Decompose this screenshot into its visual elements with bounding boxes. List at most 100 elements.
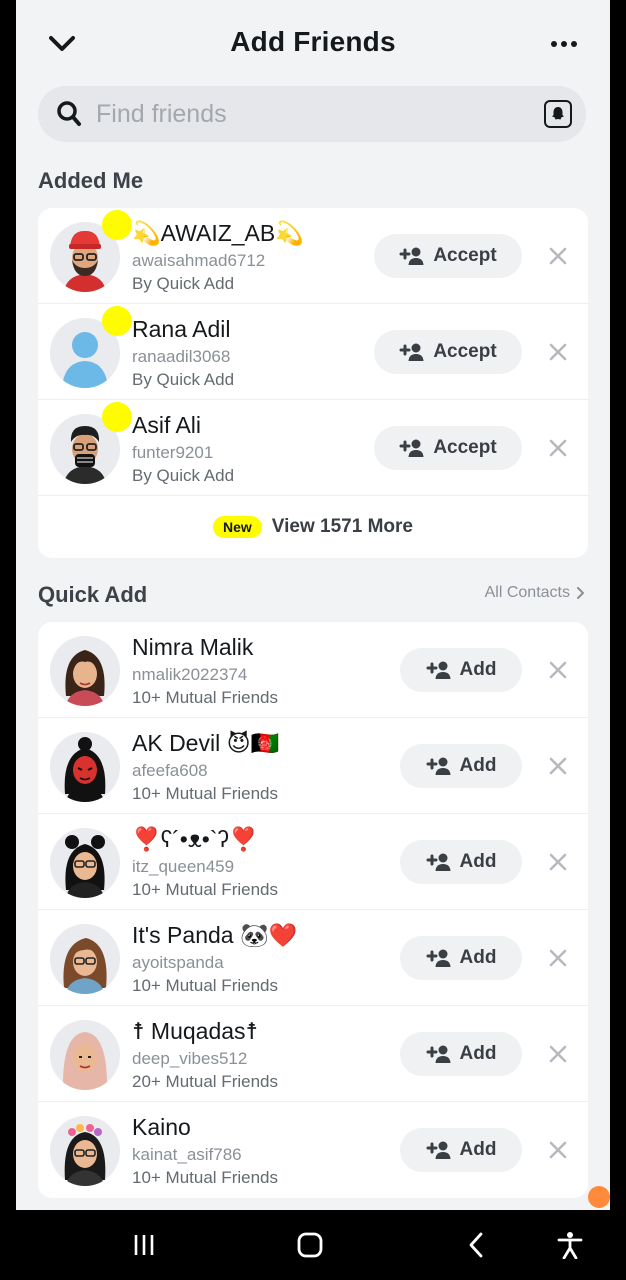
mutual-friends: 20+ Mutual Friends: [132, 1072, 278, 1091]
chevron-right-icon: [577, 587, 584, 599]
friend-name: ❣️ʕ´•ᴥ•`ʔ❣️: [132, 826, 258, 852]
mutual-friends: 10+ Mutual Friends: [132, 784, 278, 803]
avatar[interactable]: [50, 1116, 120, 1186]
quick-add-row: Nimra Malik nmalik2022374 10+ Mutual Fri…: [38, 622, 588, 718]
add-button[interactable]: Add: [400, 840, 522, 884]
added-me-title: Added Me: [38, 168, 144, 193]
accessibility-icon: [557, 1232, 583, 1259]
avatar[interactable]: [50, 924, 120, 994]
add-button[interactable]: Add: [400, 744, 522, 788]
close-icon: [549, 661, 567, 679]
dismiss-button[interactable]: [546, 436, 570, 460]
accept-button[interactable]: Accept: [374, 426, 522, 470]
home-button[interactable]: [290, 1228, 330, 1262]
back-nav-button[interactable]: [456, 1228, 496, 1262]
page-title: Add Friends: [230, 26, 396, 57]
accept-button[interactable]: Accept: [374, 330, 522, 374]
add-friend-icon: [399, 247, 424, 265]
search-input[interactable]: [96, 94, 516, 134]
ghost-icon: [552, 107, 564, 120]
add-friend-icon: [399, 343, 424, 361]
avatar[interactable]: [50, 828, 120, 898]
friend-username: itz_queen459: [132, 857, 235, 876]
dismiss-button[interactable]: [546, 850, 570, 874]
close-icon: [549, 343, 567, 361]
view-more-label: View 1571 More: [271, 516, 413, 537]
new-indicator-dot: [102, 210, 132, 240]
accept-label: Accept: [433, 437, 497, 458]
friend-username: kainat_asif786: [132, 1145, 242, 1164]
friend-username: awaisahmad6712: [132, 251, 266, 270]
added-me-row: Rana Adil ranaadil3068 By Quick Add Acce…: [38, 304, 588, 400]
system-navigation-bar: [0, 1210, 626, 1280]
close-icon: [549, 1141, 567, 1159]
recent-apps-button[interactable]: [124, 1228, 164, 1262]
header: Add Friends: [16, 0, 610, 86]
quick-add-row: ☨ Muqadas☨ deep_vibes512 20+ Mutual Frie…: [38, 1006, 588, 1102]
add-friend-icon: [399, 439, 424, 457]
all-contacts-link[interactable]: All Contacts: [485, 584, 584, 602]
dismiss-button[interactable]: [546, 340, 570, 364]
mutual-friends: 10+ Mutual Friends: [132, 1168, 278, 1187]
friend-username: ranaadil3068: [132, 347, 231, 366]
add-label: Add: [459, 659, 497, 680]
add-button[interactable]: Add: [400, 648, 522, 692]
accept-button[interactable]: Accept: [374, 234, 522, 278]
friend-username: funter9201: [132, 443, 214, 462]
mutual-friends: 10+ Mutual Friends: [132, 976, 278, 995]
floating-badge[interactable]: [588, 1186, 610, 1208]
friend-name: Asif Ali: [132, 412, 202, 438]
add-button[interactable]: Add: [400, 1032, 522, 1076]
search-bar[interactable]: [38, 86, 586, 142]
quick-add-row: Kaino kainat_asif786 10+ Mutual Friends …: [38, 1102, 588, 1198]
avatar[interactable]: [50, 732, 120, 802]
home-icon: [297, 1232, 323, 1258]
add-label: Add: [459, 1139, 497, 1160]
add-button[interactable]: Add: [400, 1128, 522, 1172]
friend-name: Kaino: [132, 1114, 191, 1140]
quick-add-row: ❣️ʕ´•ᴥ•`ʔ❣️ itz_queen459 10+ Mutual Frie…: [38, 814, 588, 910]
close-icon: [549, 853, 567, 871]
dismiss-button[interactable]: [546, 754, 570, 778]
new-indicator-dot: [102, 306, 132, 336]
friend-source: By Quick Add: [132, 370, 235, 389]
friend-name: Rana Adil: [132, 316, 231, 342]
added-me-row: 💫AWAIZ_AB💫 awaisahmad6712 By Quick Add A…: [38, 208, 588, 304]
scan-button[interactable]: [544, 100, 572, 128]
add-label: Add: [459, 1043, 497, 1064]
back-arrow-icon: [469, 1232, 483, 1258]
friend-source: By Quick Add: [132, 466, 235, 485]
add-friend-icon: [426, 661, 451, 679]
add-button[interactable]: Add: [400, 936, 522, 980]
friend-username: afeefa608: [132, 761, 208, 780]
added-me-card: 💫AWAIZ_AB💫 awaisahmad6712 By Quick Add A…: [38, 208, 588, 558]
dismiss-button[interactable]: [546, 244, 570, 268]
friend-name: It's Panda 🐼❤️: [132, 922, 298, 948]
more-horizontal-icon: [551, 41, 557, 47]
quick-add-row: AK Devil 😈🇦🇫 afeefa608 10+ Mutual Friend…: [38, 718, 588, 814]
avatar[interactable]: [50, 1020, 120, 1090]
dismiss-button[interactable]: [546, 1138, 570, 1162]
view-more-button[interactable]: New View 1571 More: [38, 496, 588, 558]
quick-add-title: Quick Add: [38, 582, 148, 607]
friend-source: By Quick Add: [132, 274, 235, 293]
friend-name: Nimra Malik: [132, 634, 254, 660]
dismiss-button[interactable]: [546, 1042, 570, 1066]
add-label: Add: [459, 851, 497, 872]
friend-name: 💫AWAIZ_AB💫: [132, 220, 304, 246]
more-options-button[interactable]: [544, 30, 584, 58]
close-icon: [549, 247, 567, 265]
close-icon: [549, 1045, 567, 1063]
mutual-friends: 10+ Mutual Friends: [132, 880, 278, 899]
close-icon: [549, 757, 567, 775]
add-label: Add: [459, 947, 497, 968]
all-contacts-label: All Contacts: [484, 584, 570, 601]
quick-add-card: Nimra Malik nmalik2022374 10+ Mutual Fri…: [38, 622, 588, 1198]
add-friend-icon: [426, 949, 451, 967]
accessibility-button[interactable]: [550, 1228, 590, 1262]
avatar[interactable]: [50, 636, 120, 706]
new-badge: New: [213, 516, 262, 538]
dismiss-button[interactable]: [546, 946, 570, 970]
close-icon: [549, 439, 567, 457]
dismiss-button[interactable]: [546, 658, 570, 682]
